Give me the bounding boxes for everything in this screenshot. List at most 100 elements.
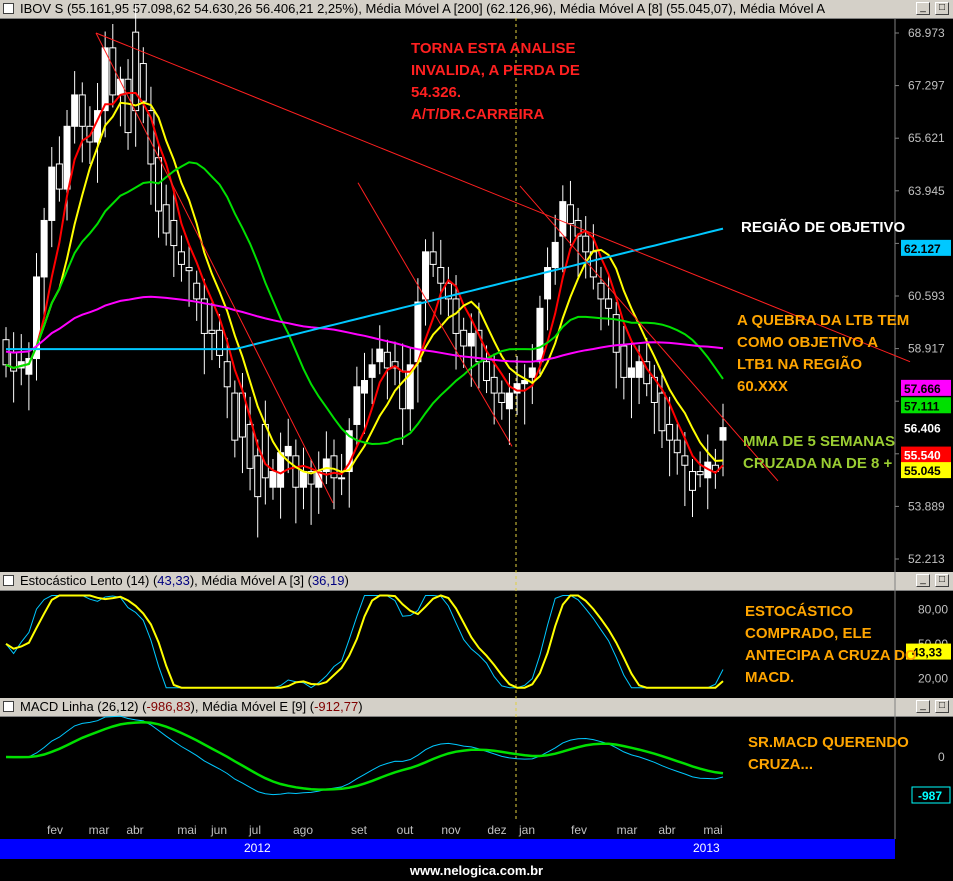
candle-body — [437, 267, 445, 284]
price-label-text: 55.045 — [904, 464, 941, 478]
candle-body — [246, 423, 254, 469]
candle-body — [71, 94, 79, 127]
candle-body — [696, 471, 704, 476]
candle-body — [78, 94, 86, 127]
candle-body — [330, 455, 338, 479]
candle-body — [376, 348, 384, 363]
month-label: dez — [487, 823, 506, 837]
candle-body — [162, 204, 170, 234]
candle-body — [635, 361, 643, 378]
candle-body — [40, 219, 48, 278]
month-label: mar — [617, 823, 638, 837]
month-label: set — [351, 823, 368, 837]
candle-body — [467, 332, 475, 347]
chart-window: IBOV S (55.161,95 57.098,62 54.630,26 56… — [0, 0, 953, 881]
candle-body — [627, 367, 635, 378]
candle-body — [284, 445, 292, 457]
candle-body — [483, 361, 491, 382]
month-label: jan — [518, 823, 535, 837]
year-bar — [0, 839, 895, 859]
candle-body — [193, 282, 201, 300]
price-tick-label: 53.889 — [908, 499, 945, 513]
candle-body — [673, 439, 681, 454]
candle-body — [399, 370, 407, 410]
candle-body — [223, 361, 231, 388]
macd-tick-label: 0 — [938, 750, 945, 764]
annotation-macd: SR.MACD QUERENDO CRUZA... — [748, 734, 909, 773]
candle-body — [528, 367, 536, 378]
candle-body — [559, 201, 567, 237]
month-label: nov — [441, 823, 460, 837]
candle-body — [269, 471, 277, 488]
candle-body — [452, 298, 460, 334]
candle-body — [353, 386, 361, 425]
macd-signal-line — [5, 720, 724, 791]
annotation-stochastic: ESTOCÁSTICO COMPRADO, ELE ANTECIPA A CRU… — [745, 603, 917, 686]
candle-body — [490, 376, 498, 394]
candle-body — [261, 423, 269, 479]
candle-body — [139, 63, 147, 102]
candle-body — [63, 125, 71, 190]
stochastic-ma-line — [5, 594, 724, 689]
year-label-2013: 2013 — [693, 841, 720, 855]
candle-body — [688, 471, 696, 491]
candle-body — [566, 204, 574, 225]
candle-body — [719, 427, 727, 441]
price-tick-label: 67.297 — [908, 79, 945, 93]
candle-body — [368, 364, 376, 378]
brand-footer: www.nelogica.com.br — [0, 860, 953, 881]
candle-body — [498, 392, 506, 403]
candle-body — [277, 452, 285, 488]
price-label-text: 55.540 — [904, 449, 941, 463]
candle-body — [521, 380, 529, 385]
price-label-text: 62.127 — [904, 242, 941, 256]
price-tick-label: 58.917 — [908, 342, 945, 356]
stoch-tick-label: 80,00 — [918, 602, 948, 616]
candle-body — [383, 351, 391, 369]
candle-body — [292, 455, 300, 488]
month-label: mai — [703, 823, 722, 837]
price-tick-label: 63.945 — [908, 184, 945, 198]
annotation-mma: MMA DE 5 SEMANAS CRUZADA NA DE 8 + — [743, 433, 895, 472]
candle-body — [338, 477, 346, 480]
stoch-tick-label: 20,00 — [918, 671, 948, 685]
month-label: jun — [210, 823, 227, 837]
candle-body — [208, 329, 216, 334]
trendline-ltb1 — [357, 182, 513, 447]
macd-value-label: -987 — [918, 789, 942, 803]
candle-body — [132, 31, 140, 112]
candle-body — [620, 345, 628, 378]
month-label: abr — [658, 823, 675, 837]
candle-body — [124, 78, 132, 134]
candle-body — [55, 163, 63, 190]
candle-body — [216, 329, 224, 356]
candle-body — [299, 471, 307, 488]
annotation-invalid: TORNA ESTA ANALISE INVALIDA, A PERDA DE … — [411, 40, 580, 123]
candle-body — [460, 329, 468, 347]
month-label: fev — [47, 823, 63, 837]
candle-body — [605, 298, 613, 309]
candle-body — [422, 251, 430, 300]
month-label: ago — [293, 823, 313, 837]
price-tick-label: 52.213 — [908, 552, 945, 566]
price-label-text: 57.666 — [904, 382, 941, 396]
candle-body — [48, 166, 56, 221]
candle-body — [597, 282, 605, 300]
candle-body — [658, 392, 666, 432]
candle-body — [177, 251, 185, 265]
annotation-region: REGIÃO DE OBJETIVO — [741, 219, 906, 236]
month-label: mai — [177, 823, 196, 837]
candle-body — [429, 251, 437, 265]
candle-body — [505, 392, 513, 410]
price-tick-label: 60.593 — [908, 289, 945, 303]
candle-body — [582, 235, 590, 253]
month-label: fev — [571, 823, 587, 837]
month-label: jul — [248, 823, 261, 837]
candle-body — [361, 380, 368, 394]
month-label: mar — [89, 823, 110, 837]
candle-body — [101, 47, 109, 112]
candle-body — [254, 455, 262, 498]
candle-body — [666, 423, 674, 441]
price-tick-label: 68.973 — [908, 26, 945, 40]
candle-body — [231, 392, 239, 441]
